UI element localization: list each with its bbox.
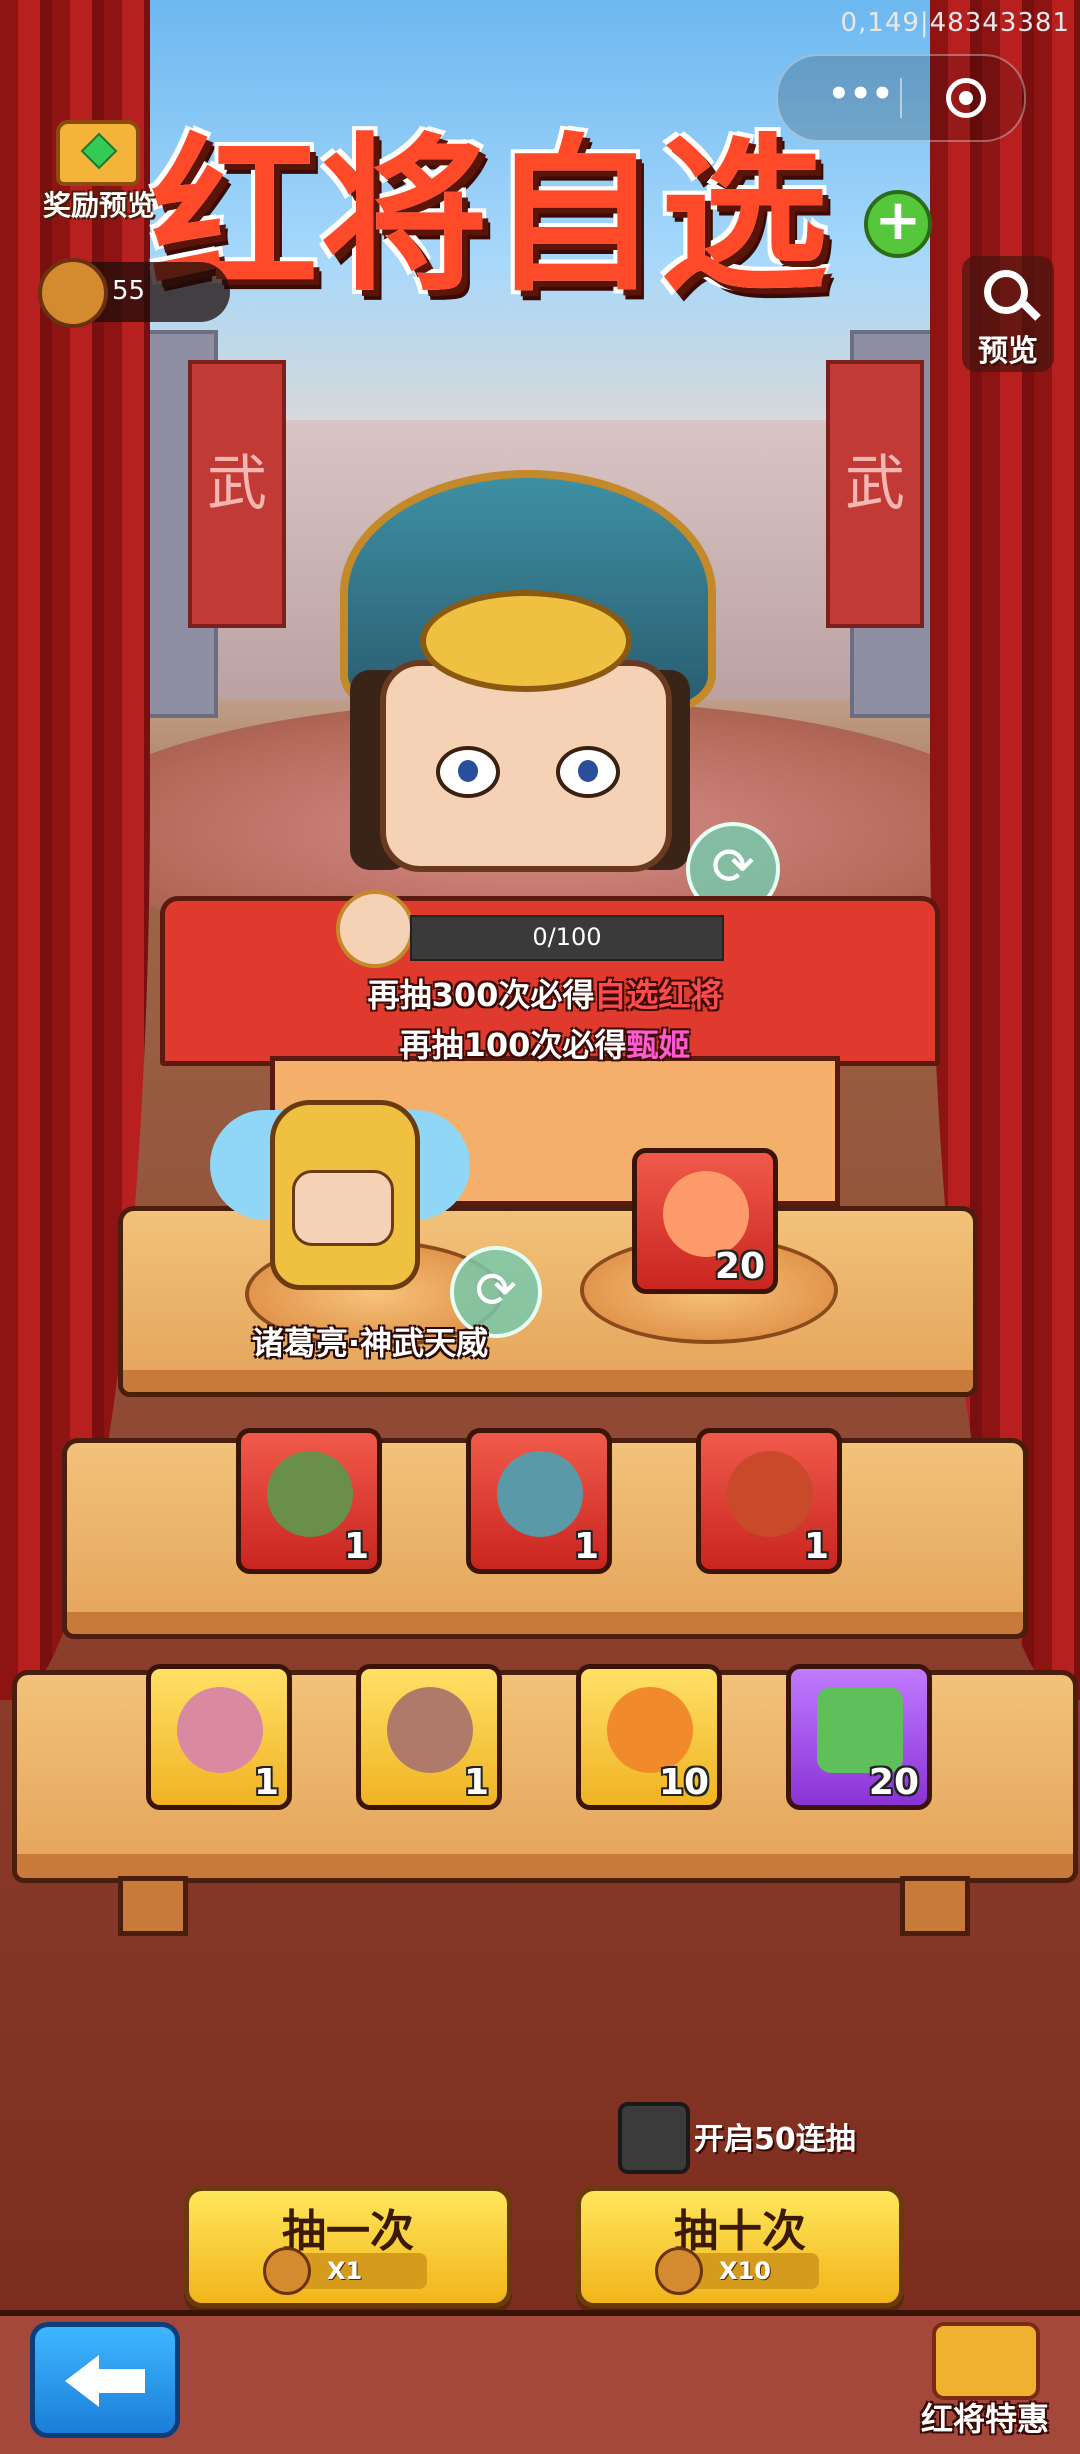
hero-shard-card[interactable]: 1 [696,1428,842,1574]
page-title: 红将自选 [150,118,830,314]
crystal-card[interactable]: 10 [576,1664,722,1810]
shelf-leg-left [118,1876,188,1936]
guarantee-hint-zhenji: 再抽100次必得甄姬 [160,1020,930,1066]
treasure-chest-icon [56,120,140,186]
close-target-icon[interactable] [946,78,986,118]
back-arrow-icon [65,2355,99,2407]
back-arrow-shaft [95,2369,145,2393]
gold-crystal-icon [607,1687,693,1773]
right-banner: 武 [826,360,924,628]
hero-shard-icon [177,1687,263,1773]
draw-ten-cost: X10 [655,2247,819,2295]
jade-seal-icon [817,1687,903,1773]
session-id-text: 0,149|48343381 [840,8,1070,38]
jade-seal-card[interactable]: 20 [786,1664,932,1810]
red-crystal-icon [663,1171,749,1257]
item-qty: 20 [714,1246,765,1287]
currency-value: 55 [112,276,146,306]
back-button[interactable] [30,2322,180,2438]
shelf-middle-front [62,1612,1028,1639]
draw-token-icon [263,2247,311,2295]
hero-chibi-face [292,1170,394,1246]
featured-item-card[interactable]: 20 [632,1148,778,1294]
featured-hero[interactable] [210,1080,470,1320]
hero-shard-icon [387,1687,473,1773]
draw-progress-bar: 0/100 [410,915,724,961]
item-qty: 1 [253,1762,279,1803]
hero-shard-card[interactable]: 1 [466,1428,612,1574]
hero-shard-icon [497,1451,583,1537]
progress-text: 0/100 [532,923,602,951]
draw-token-icon [655,2247,703,2295]
treasure-pot-icon [932,2322,1040,2400]
progress-hero-avatar [336,890,414,968]
shelf-top-front [118,1370,978,1397]
promo-label: 红将特惠 [920,2400,1049,2438]
hero-shard-icon [267,1451,353,1537]
item-qty: 1 [463,1762,489,1803]
shelf-leg-right [900,1876,970,1936]
item-qty: 1 [573,1526,599,1567]
reward-preview-label: 奖励预览 [42,189,155,222]
title-plus-icon: + [864,190,932,258]
hint2-prefix: 再抽100次必得 [399,1026,627,1064]
draw-once-cost-value: X1 [327,2257,363,2285]
hero-shard-card[interactable]: 1 [146,1664,292,1810]
draw-ten-label: 抽十次 [674,2206,806,2257]
hint1-highlight: 自选红将 [594,976,723,1014]
draw-once-cost: X1 [263,2247,427,2295]
featured-hero-name: 诸葛亮·神武天威 [251,1324,489,1362]
draw-ten-button[interactable]: 抽十次 X10 [576,2186,904,2308]
item-qty: 10 [658,1762,709,1803]
draw-ten-cost-value: X10 [719,2257,771,2285]
draw-once-button[interactable]: 抽一次 X1 [184,2186,512,2308]
item-qty: 1 [343,1526,369,1567]
item-qty: 20 [868,1762,919,1803]
hint2-highlight: 甄姬 [626,1026,691,1064]
hero-crown [420,590,632,692]
hero-shard-icon [727,1451,813,1537]
hero-eye-left [436,746,500,798]
draw-once-label: 抽一次 [282,2206,414,2257]
reward-preview-button[interactable]: 奖励预览 [34,120,155,222]
auto-50-checkbox[interactable] [618,2102,690,2174]
hero-shard-card[interactable]: 1 [356,1664,502,1810]
preview-button[interactable]: 预览 [962,256,1054,372]
currency-display: 55 [38,258,230,328]
hint1-prefix: 再抽300次必得 [367,976,595,1014]
hero-shard-card[interactable]: 1 [236,1428,382,1574]
draw-token-icon [38,258,108,328]
auto-50-label: 开启50连抽 [694,2122,856,2157]
magnifier-icon [984,270,1028,314]
red-hero-promo-button[interactable]: 红将特惠 [900,2322,1070,2448]
item-qty: 1 [803,1526,829,1567]
guarantee-hint-red: 再抽300次必得自选红将 [160,970,930,1016]
hero-eye-right [556,746,620,798]
preview-label: 预览 [978,334,1038,369]
